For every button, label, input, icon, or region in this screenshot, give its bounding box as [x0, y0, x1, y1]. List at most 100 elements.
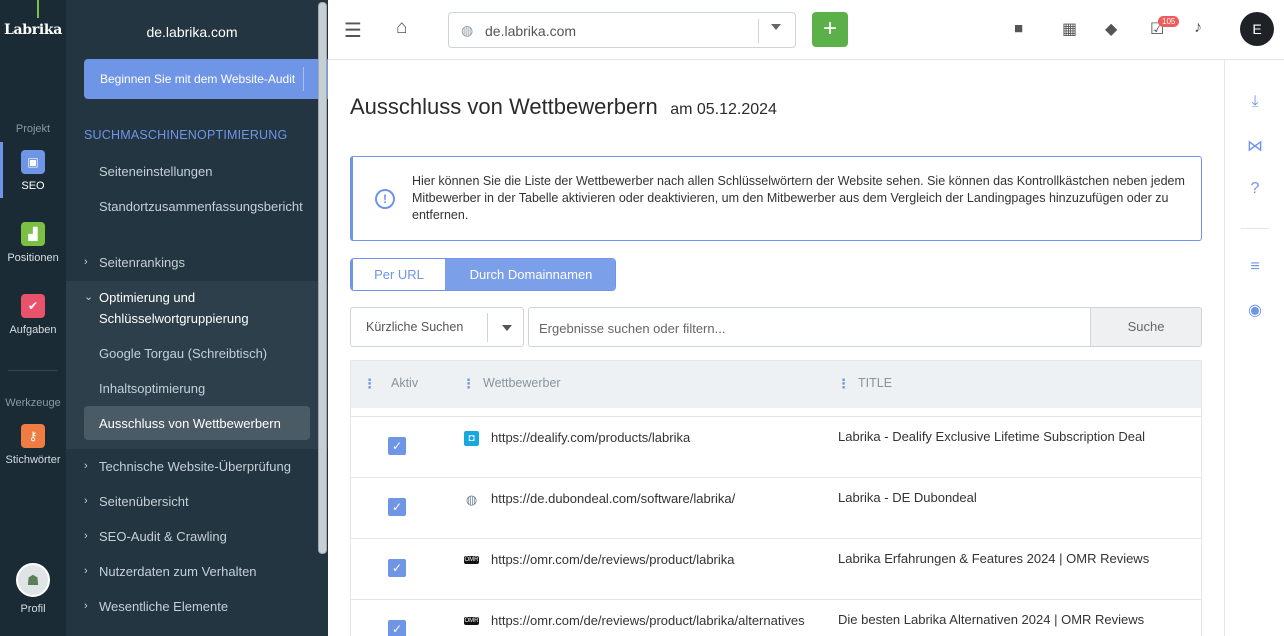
select-divider — [487, 313, 488, 342]
app-logo[interactable]: Labrika — [0, 22, 66, 38]
list-icon[interactable]: ≡ — [1245, 258, 1265, 278]
menu-item-site-settings[interactable]: Seiteneinstellungen — [99, 161, 314, 182]
chevron-right-icon: › — [84, 495, 88, 507]
rail-section-project: Projekt — [15, 123, 51, 135]
menu-item-label: Optimierung und Schlüsselwortgruppierung — [99, 290, 249, 326]
competitor-title: Labrika - DE Dubondeal — [838, 490, 977, 505]
rail-item-seo[interactable]: ▣ SEO — [0, 150, 66, 192]
competitor-url[interactable]: https://dealify.com/products/labrika — [491, 430, 816, 445]
app-rail: Labrika Projekt ▣ SEO ▟ Positionen ✔ Auf… — [0, 0, 66, 636]
rail-item-profile[interactable]: ☗ Profil — [0, 563, 66, 615]
menu-item-content-optimization[interactable]: Inhaltsoptimierung — [99, 378, 314, 399]
header-title[interactable]: TITLE — [858, 376, 892, 390]
globe-icon: ◍ — [465, 492, 478, 507]
active-checkbox[interactable]: ✓ — [388, 437, 406, 455]
competitor-title: Labrika - Dealify Exclusive Lifetime Sub… — [838, 429, 1146, 444]
menu-item-essentials[interactable]: › Wesentliche Elemente — [84, 596, 314, 617]
column-menu-icon[interactable]: ⋮ — [363, 376, 376, 392]
menu-item-google-torgau[interactable]: Google Torgau (Schreibtisch) — [99, 343, 314, 364]
search-field[interactable] — [528, 307, 1091, 347]
menu-item-optimization[interactable]: ⌄ Optimierung und Schlüsselwortgruppierun… — [84, 287, 314, 329]
chevron-right-icon: › — [84, 600, 88, 612]
recent-searches-select[interactable]: Kürzliche Suchen — [350, 307, 524, 347]
menu-item-location-summary[interactable]: Standortzusammenfassungsbericht — [99, 196, 314, 217]
competitor-url[interactable]: https://omr.com/de/reviews/product/labri… — [491, 552, 816, 567]
active-checkbox[interactable]: ✓ — [388, 559, 406, 577]
omr-icon: OMR — [464, 617, 479, 625]
toggle-per-url[interactable]: Per URL — [351, 259, 445, 290]
profile-icon: ☗ — [16, 563, 50, 597]
chevron-down-icon[interactable] — [771, 24, 781, 30]
support-icon[interactable]: ◉ — [1245, 300, 1265, 320]
menu-item-label: SEO-Audit & Crawling — [99, 529, 227, 544]
briefcase-icon[interactable]: ■ — [1014, 20, 1023, 37]
start-audit-button[interactable]: Beginnen Sie mit dem Website-Audit — [84, 59, 328, 99]
audit-button-divider — [303, 67, 304, 91]
project-url-select[interactable]: ◍ de.labrika.com — [448, 12, 796, 48]
bell-icon[interactable]: ♪ — [1194, 19, 1202, 37]
column-menu-icon[interactable]: ⋮ — [837, 376, 850, 392]
search-button[interactable]: Suche — [1090, 307, 1202, 347]
menu-item-technical-check[interactable]: › Technische Website-Überprüfung — [84, 456, 314, 477]
side-rail-divider — [1241, 228, 1269, 229]
rail-item-label: Aufgaben — [9, 324, 57, 336]
chat-icon[interactable]: ◆ — [1105, 19, 1117, 39]
competitor-title: Labrika Erfahrungen & Features 2024 | OM… — [838, 551, 1150, 566]
chevron-right-icon: › — [84, 460, 88, 472]
omr-icon: OMR — [464, 556, 479, 564]
tasks-badge: 105 — [1158, 16, 1180, 27]
table-row: ✓ OMR https://omr.com/de/reviews/product… — [351, 538, 1201, 599]
start-audit-label: Beginnen Sie mit dem Website-Audit — [100, 72, 296, 86]
chevron-down-icon[interactable] — [502, 325, 512, 331]
page-title: Ausschluss von Wettbewerbern am 05.12.20… — [350, 94, 777, 120]
share-icon[interactable]: ⋈ — [1245, 136, 1265, 156]
calendar-icon[interactable]: ▦ — [1062, 19, 1077, 39]
table-header: ⋮ Aktiv ⋮ Wettbewerber ⋮ TITLE — [351, 361, 1201, 408]
search-input[interactable] — [539, 317, 1079, 339]
menu-item-seo-audit[interactable]: › SEO-Audit & Crawling — [84, 526, 314, 547]
menu-item-site-overview[interactable]: › Seitenübersicht — [84, 491, 314, 512]
menu-category-seo: SUCHMASCHINENOPTIMIERUNG — [84, 128, 288, 142]
menu-item-competitor-exclusion[interactable]: Ausschluss von Wettbewerbern — [99, 413, 314, 434]
rail-item-tasks[interactable]: ✔ Aufgaben — [0, 294, 66, 336]
hamburger-menu-icon[interactable]: ☰ — [344, 18, 362, 43]
home-icon[interactable]: ⌂ — [396, 17, 407, 39]
info-icon: ! — [375, 189, 395, 209]
table-row: ✓ ◘ https://dealify.com/products/labrika… — [351, 416, 1201, 477]
select-divider — [758, 19, 759, 43]
column-menu-icon[interactable]: ⋮ — [462, 376, 475, 392]
menu-item-label: Technische Website-Überprüfung — [99, 459, 291, 474]
header-competitor[interactable]: Wettbewerber — [483, 376, 561, 390]
competitor-url[interactable]: https://omr.com/de/reviews/product/labri… — [491, 613, 816, 628]
header-active[interactable]: Aktiv — [391, 376, 418, 390]
user-avatar[interactable]: E — [1240, 12, 1274, 46]
table-row: ✓ OMR https://omr.com/de/reviews/product… — [351, 599, 1201, 636]
rail-item-label: Profil — [20, 603, 46, 615]
menu-item-label: Seitenrankings — [99, 255, 185, 270]
rail-item-label: Stichwörter — [5, 454, 61, 466]
competitor-url[interactable]: https://de.dubondeal.com/software/labrik… — [491, 491, 816, 506]
chevron-right-icon: › — [84, 256, 88, 268]
page-title-text: Ausschluss von Wettbewerbern — [350, 94, 658, 119]
view-toggle: Per URL Durch Domainnamen — [350, 258, 616, 291]
dealify-icon: ◘ — [464, 431, 479, 446]
page-title-date: am 05.12.2024 — [670, 101, 777, 118]
sidebar-scrollbar[interactable] — [318, 2, 327, 554]
chevron-down-icon: ⌄ — [84, 291, 94, 303]
toggle-by-domain[interactable]: Durch Domainnamen — [445, 259, 615, 290]
menu-item-page-rankings[interactable]: › Seitenrankings — [84, 252, 314, 273]
rail-item-label: SEO — [21, 180, 45, 192]
add-project-button[interactable]: + — [812, 12, 848, 47]
active-checkbox[interactable]: ✓ — [388, 498, 406, 516]
recent-searches-label: Kürzliche Suchen — [366, 320, 464, 334]
chevron-right-icon: › — [84, 530, 88, 542]
check-icon: ✔ — [21, 294, 45, 318]
rail-item-positions[interactable]: ▟ Positionen — [0, 222, 66, 264]
active-checkbox[interactable]: ✓ — [388, 620, 406, 636]
menu-item-user-behavior[interactable]: › Nutzerdaten zum Verhalten — [84, 561, 314, 582]
rail-item-keywords[interactable]: ⚷ Stichwörter — [0, 424, 66, 466]
chevron-right-icon: › — [84, 565, 88, 577]
download-icon[interactable]: ⤓ — [1245, 93, 1265, 113]
help-icon[interactable]: ? — [1245, 180, 1265, 200]
globe-icon: ◍ — [461, 22, 474, 38]
